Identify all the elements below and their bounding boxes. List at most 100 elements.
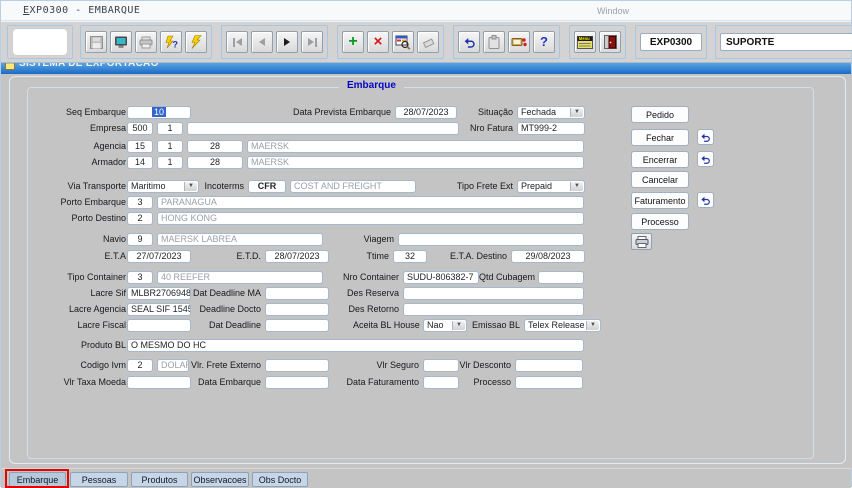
codigo-ivm-code-input[interactable]: 2 [127, 359, 153, 372]
armador-code1-input[interactable]: 14 [127, 156, 153, 169]
qtd-cubagem-input[interactable] [538, 271, 584, 284]
help-button[interactable] [533, 31, 555, 53]
produto-bl-input[interactable]: O MESMO DO HC [127, 339, 584, 352]
print-config-button[interactable] [508, 31, 530, 53]
porto-destino-code-input[interactable]: 2 [127, 212, 153, 225]
tipo-container-label: Tipo Container [31, 271, 126, 284]
help-config-button[interactable]: ? [160, 31, 182, 53]
menu-button[interactable]: Menu [574, 31, 596, 53]
lacre-fiscal-input[interactable] [127, 319, 191, 332]
nro-fatura-input[interactable]: MT999-2 [517, 122, 585, 135]
agencia-code3-input[interactable]: 28 [187, 140, 243, 153]
incoterms-code-input[interactable]: CFR [248, 180, 286, 193]
delete-record-button[interactable] [367, 31, 389, 53]
tab-pessoas[interactable]: Pessoas [70, 472, 128, 487]
lacre-sif-input[interactable]: MLBR2706948 [127, 287, 191, 300]
vlr-frete-externo-input[interactable] [265, 359, 329, 372]
nav-next-button[interactable] [276, 31, 298, 53]
ttime-input[interactable]: 32 [393, 250, 427, 263]
tab-observacoes[interactable]: Observacoes [191, 472, 249, 487]
etd-input[interactable]: 28/07/2023 [265, 250, 329, 263]
dat-deadline-input[interactable] [265, 319, 329, 332]
paste-button [483, 31, 505, 53]
armador-code2-input[interactable]: 1 [157, 156, 183, 169]
mdi-titlebar: SISTEMA DE EXPORTACAO [1, 63, 851, 74]
tipo-frete-ext-value: Prepaid [521, 181, 552, 191]
codigo-ivm-desc-field: DOLAR [157, 359, 189, 372]
via-transporte-select[interactable]: Maritimo [127, 180, 199, 193]
empresa-code2-input[interactable]: 1 [157, 122, 183, 135]
deadline-docto-input[interactable] [265, 303, 329, 316]
tab-bar: Embarque Pessoas Produtos Observacoes Ob… [1, 468, 851, 488]
navio-code-input[interactable]: 9 [127, 233, 153, 246]
undo-button[interactable] [458, 31, 480, 53]
armador-code3-input[interactable]: 28 [187, 156, 243, 169]
menu-bar: EXP0300 - EMBARQUE Window [1, 1, 851, 21]
armador-desc-field: MAERSK [247, 156, 584, 169]
browse-button[interactable] [392, 31, 414, 53]
tab-embarque[interactable]: Embarque [9, 472, 66, 487]
page-title: Embarque [339, 80, 404, 91]
porto-destino-label: Porto Destino [31, 212, 126, 225]
nro-container-input[interactable]: SUDU-806382-7 [403, 271, 479, 284]
eta-input[interactable]: 27/07/2023 [127, 250, 191, 263]
dropdown-arrow-icon[interactable] [570, 182, 583, 191]
agencia-desc-field: MAERSK [247, 140, 584, 153]
des-reserva-label: Des Reserva [347, 287, 399, 300]
emissao-bl-select[interactable]: Telex Release [524, 319, 601, 332]
add-icon [348, 34, 357, 50]
processo-button[interactable]: Processo [631, 213, 689, 230]
armador-label: Armador [31, 156, 126, 169]
fechar-button[interactable]: Fechar [631, 129, 689, 146]
exit-button[interactable] [599, 31, 621, 53]
tab-produtos[interactable]: Produtos [131, 472, 188, 487]
viagem-input[interactable] [398, 233, 584, 246]
faturamento-button[interactable]: Faturamento [631, 192, 689, 209]
window-title: EXP0300 - EMBARQUE [23, 5, 140, 16]
empresa-code1-input[interactable]: 500 [127, 122, 153, 135]
des-retorno-input[interactable] [403, 303, 584, 316]
dat-deadline-ma-input[interactable] [265, 287, 329, 300]
vlr-desconto-input[interactable] [515, 359, 583, 372]
lacre-fiscal-label: Lacre Fiscal [31, 319, 126, 332]
vlr-taxa-moeda-input[interactable] [127, 376, 191, 389]
etd-label: E.T.D. [215, 250, 261, 263]
dropdown-arrow-icon[interactable] [570, 108, 583, 117]
data-prevista-input[interactable]: 28/07/2023 [395, 106, 457, 119]
dropdown-arrow-icon[interactable] [184, 182, 197, 191]
dat-deadline-ma-label: Dat Deadline MA [193, 287, 261, 300]
porto-embarque-code-input[interactable]: 3 [127, 196, 153, 209]
dropdown-arrow-icon[interactable] [586, 321, 599, 330]
screen-button[interactable] [110, 31, 132, 53]
execute-button[interactable] [185, 31, 207, 53]
pedido-button[interactable]: Pedido [631, 106, 689, 123]
eta-destino-input[interactable]: 29/08/2023 [511, 250, 585, 263]
undo-encerrar-button[interactable] [697, 151, 714, 167]
situacao-select[interactable]: Fechada [517, 106, 585, 119]
tipo-container-code-input[interactable]: 3 [127, 271, 153, 284]
selected-text: 10 [152, 107, 166, 117]
nro-container-label: Nro Container [339, 271, 399, 284]
tipo-frete-ext-select[interactable]: Prepaid [517, 180, 585, 193]
undo-fechar-button[interactable] [697, 129, 714, 145]
agencia-code1-input[interactable]: 15 [127, 140, 153, 153]
data-embarque-input[interactable] [265, 376, 329, 389]
processo-input[interactable] [515, 376, 583, 389]
encerrar-button[interactable]: Encerrar [631, 151, 689, 168]
navio-label: Navio [31, 233, 126, 246]
print-embarque-button[interactable] [631, 233, 652, 250]
des-reserva-input[interactable] [403, 287, 584, 300]
add-record-button[interactable] [342, 31, 364, 53]
menu-item-window[interactable]: Window [597, 6, 629, 16]
nav-prev-icon [259, 38, 265, 46]
undo-faturamento-button[interactable] [697, 192, 714, 208]
empresa-desc-input[interactable] [187, 122, 459, 135]
cancelar-button[interactable]: Cancelar [631, 171, 689, 188]
lacre-agencia-input[interactable]: SEAL SIF 154521/SIF [127, 303, 191, 316]
agencia-code2-input[interactable]: 1 [157, 140, 183, 153]
tab-obs-docto[interactable]: Obs Docto [252, 472, 308, 487]
seq-embarque-input[interactable]: 10 [127, 106, 191, 119]
codigo-ivm-label: Codigo Ivm [31, 359, 126, 372]
dropdown-arrow-icon[interactable] [452, 321, 465, 330]
aceita-bl-house-select[interactable]: Nao [423, 319, 467, 332]
